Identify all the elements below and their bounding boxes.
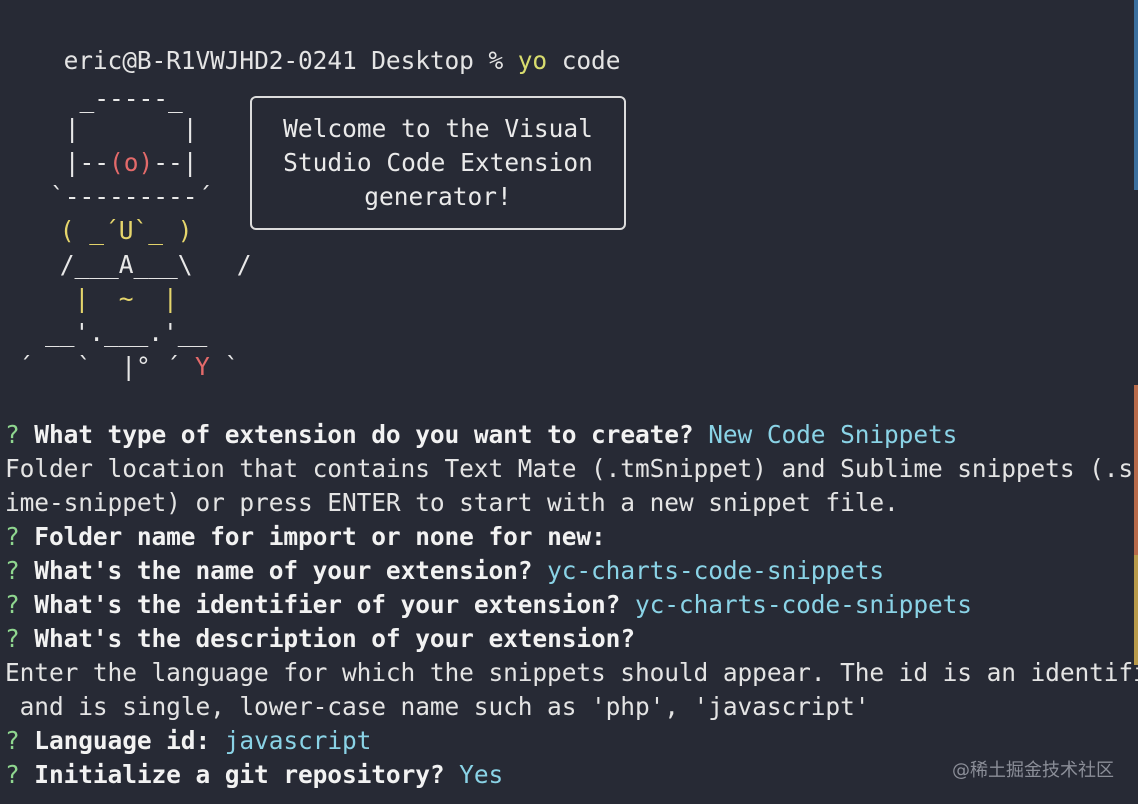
art-row-7: | ~ | [45,284,178,313]
art-eye: (o) [109,148,154,177]
welcome-message-box: Welcome to the Visual Studio Code Extens… [250,96,626,230]
question-mark: ? [5,522,20,551]
qa-line: ? Language id: javascript [5,724,371,758]
qa-line: ? Initialize a git repository? Yes [5,758,503,792]
command-name: yo [517,46,548,75]
answer-text: javascript [224,726,372,755]
shell-prompt: eric@B-R1VWJHD2-0241 Desktop % [63,46,518,75]
info-line: and is single, lower-case name such as '… [5,692,870,721]
welcome-line-1: Welcome to the Visual [283,114,593,143]
info-line: Folder location that contains Text Mate … [5,454,1138,483]
art-row-3: |--(o)--| [50,148,198,177]
question-mark: ? [5,624,20,653]
art-row-8: __'.___.'__ [45,318,208,347]
command-line: eric@B-R1VWJHD2-0241 Desktop % yo code [5,10,621,75]
qa-line: ? Folder name for import or none for new… [5,520,606,554]
question-text: What's the identifier of your extension? [19,590,635,619]
question-text: Language id: [19,726,225,755]
scrollbar-accent-orange [1134,385,1138,555]
command-argument: code [547,46,621,75]
answer-text: yc-charts-code-snippets [547,556,885,585]
art-row-4: `---------´ [50,182,213,211]
answer-text: Yes [459,760,504,789]
welcome-line-2: Studio Code Extension [283,148,593,177]
terminal-window[interactable]: eric@B-R1VWJHD2-0241 Desktop % yo code _… [0,0,1138,804]
scrollbar-accent-blue [1134,0,1138,190]
art-row-1: _-----_ [50,84,183,113]
qa-line: ? What type of extension do you want to … [5,418,957,452]
qa-line: ? What's the description of your extensi… [5,622,635,656]
qa-line: ? What's the name of your extension? yc-… [5,554,884,588]
question-text: Folder name for import or none for new: [19,522,606,551]
qa-line: ? What's the identifier of your extensio… [5,588,972,622]
art-row-2: | | [50,114,198,143]
info-line: Enter the language for which the snippet… [5,658,1138,687]
question-text: What type of extension do you want to cr… [19,420,709,449]
watermark: @稀土掘金技术社区 [952,760,1114,781]
info-line: ime-snippet) or press ENTER to start wit… [5,488,899,517]
welcome-line-3: generator! [364,182,512,211]
art-row-5: ( _´U`_ ) [45,216,193,245]
question-text: What's the name of your extension? [19,556,548,585]
answer-text: yc-charts-code-snippets [634,590,972,619]
art-row-6: /___A___\ / [45,250,252,279]
question-text: Initialize a git repository? [19,760,460,789]
question-mark: ? [5,726,20,755]
answer-text: New Code Snippets [708,420,958,449]
art-row-9: ´ ` |° ´ Y ` [18,352,240,381]
question-mark: ? [5,760,20,789]
question-mark: ? [5,420,20,449]
question-mark: ? [5,590,20,619]
question-mark: ? [5,556,20,585]
scrollbar-accent-amber [1134,555,1138,665]
question-text: What's the description of your extension… [19,624,635,653]
